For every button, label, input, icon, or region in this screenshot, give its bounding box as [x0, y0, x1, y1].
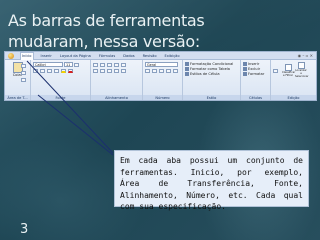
- format-cells-icon: [243, 72, 247, 76]
- increase-decimal-icon[interactable]: [166, 69, 171, 73]
- autosum-icon[interactable]: [273, 68, 278, 73]
- slide-title: As barras de ferramentas mudaram, nessa …: [8, 11, 205, 51]
- conditional-format-button[interactable]: Formatação Condicional: [185, 62, 238, 66]
- insert-cells-label: Inserir: [248, 62, 260, 66]
- cell-styles-label: Estilos de Célula: [190, 72, 220, 76]
- window-controls-icon[interactable]: ◉ – ▫ ✕: [298, 53, 316, 58]
- align-middle-icon[interactable]: [100, 63, 105, 67]
- borders-icon[interactable]: [54, 69, 59, 73]
- page-number: 3: [20, 222, 29, 237]
- tab-inserir[interactable]: Inserir: [40, 54, 53, 58]
- group-label-clipboard: Área de T...: [5, 95, 30, 100]
- tab-inicio[interactable]: Início: [20, 52, 34, 60]
- group-label-number: Número: [143, 95, 182, 100]
- group-label-styles: Estilo: [183, 95, 240, 100]
- grow-font-icon[interactable]: [74, 63, 79, 67]
- align-center-icon[interactable]: [100, 69, 105, 73]
- number-format-field[interactable]: Geral: [145, 62, 178, 67]
- group-label-alignment: Alinhamento: [91, 95, 142, 100]
- group-alignment: Alinhamento: [91, 60, 143, 100]
- align-left-icon[interactable]: [93, 69, 98, 73]
- indent-icon[interactable]: [114, 69, 119, 73]
- font-color-icon[interactable]: [68, 69, 73, 73]
- insert-cells-icon: [243, 62, 247, 66]
- ribbon-tabs: Início Inserir Layout da Página Fórmulas…: [5, 52, 316, 60]
- group-label-font: Fonte: [31, 95, 90, 100]
- delete-cells-icon: [243, 67, 247, 71]
- tab-layout[interactable]: Layout da Página: [59, 54, 92, 58]
- delete-cells-button[interactable]: Excluir: [243, 67, 268, 71]
- cell-styles-button[interactable]: Estilos de Célula: [185, 72, 238, 76]
- align-top-icon[interactable]: [93, 63, 98, 67]
- table-icon: [185, 67, 189, 71]
- tab-revisao[interactable]: Revisão: [142, 54, 158, 58]
- group-label-editing: Edição: [271, 95, 316, 100]
- sort-filter-label: Classificar e Filtrar: [282, 70, 296, 77]
- office-button-icon[interactable]: [8, 52, 14, 59]
- group-font: Calibri 11 Fonte: [31, 60, 91, 100]
- currency-icon[interactable]: [145, 69, 150, 73]
- format-as-table-button[interactable]: Formatar como Tabela: [185, 67, 238, 71]
- font-name-field[interactable]: Calibri: [33, 62, 63, 67]
- find-select-label: Localizar e Selecionar: [295, 69, 309, 78]
- font-size-field[interactable]: 11: [64, 62, 73, 67]
- comma-icon[interactable]: [159, 69, 164, 73]
- wrap-text-icon[interactable]: [121, 63, 126, 67]
- format-as-table-label: Formatar como Tabela: [190, 67, 230, 71]
- tab-formulas[interactable]: Fórmulas: [98, 54, 116, 58]
- fill-color-icon[interactable]: [61, 69, 66, 73]
- orientation-icon[interactable]: [114, 63, 119, 67]
- align-right-icon[interactable]: [107, 69, 112, 73]
- italic-icon[interactable]: [40, 69, 45, 73]
- delete-cells-label: Excluir: [248, 67, 261, 71]
- tab-exibicao[interactable]: Exibição: [164, 54, 181, 58]
- cut-icon[interactable]: [21, 64, 26, 68]
- sort-filter-icon: [284, 63, 292, 71]
- percent-icon[interactable]: [152, 69, 157, 73]
- group-cells: Inserir Excluir Formatar Células: [241, 60, 271, 100]
- merge-icon[interactable]: [121, 69, 126, 73]
- copy-icon[interactable]: [21, 71, 26, 75]
- group-label-cells: Células: [241, 95, 270, 100]
- group-editing: Classificar e Filtrar Localizar e Seleci…: [271, 60, 316, 100]
- conditional-format-label: Formatação Condicional: [190, 62, 234, 66]
- bold-icon[interactable]: [33, 69, 38, 73]
- find-select-button[interactable]: Localizar e Selecionar: [295, 62, 309, 78]
- group-styles: Formatação Condicional Formatar como Tab…: [183, 60, 241, 100]
- sort-filter-button[interactable]: Classificar e Filtrar: [282, 63, 296, 77]
- binoculars-icon: [297, 62, 305, 69]
- tab-dados[interactable]: Dados: [122, 54, 135, 58]
- group-clipboard: Colar Área de T...: [5, 60, 31, 100]
- insert-cells-button[interactable]: Inserir: [243, 62, 268, 66]
- format-cells-button[interactable]: Formatar: [243, 72, 268, 76]
- conditional-format-icon: [185, 62, 189, 66]
- align-bottom-icon[interactable]: [107, 63, 112, 67]
- cell-styles-icon: [185, 72, 189, 76]
- format-painter-icon[interactable]: [21, 78, 26, 82]
- format-cells-label: Formatar: [248, 72, 265, 76]
- explanation-textbox: Em cada aba possui um conjunto de ferram…: [114, 150, 309, 211]
- group-number: Geral Número: [143, 60, 183, 100]
- excel-ribbon-screenshot: Início Inserir Layout da Página Fórmulas…: [4, 51, 317, 101]
- underline-icon[interactable]: [47, 69, 52, 73]
- decrease-decimal-icon[interactable]: [173, 69, 178, 73]
